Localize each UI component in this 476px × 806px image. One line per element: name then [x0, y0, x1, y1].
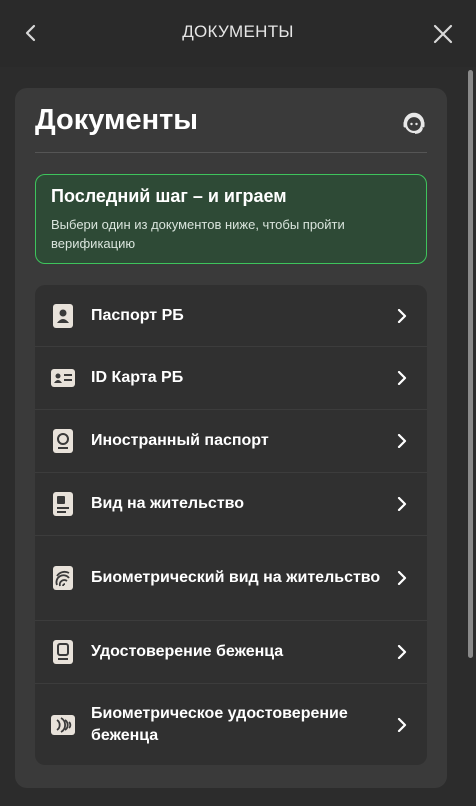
- id-card-icon: [51, 366, 75, 390]
- doc-label: Биометрический вид на жительство: [91, 569, 381, 586]
- doc-item-foreign-passport[interactable]: Иностранный паспорт: [35, 410, 427, 473]
- doc-label: Вид на жительство: [91, 495, 245, 512]
- chevron-right-icon: [395, 717, 409, 732]
- scrollbar-thumb[interactable]: [468, 70, 473, 658]
- refugee-certificate-icon: [51, 640, 75, 664]
- passport-icon: [51, 303, 75, 328]
- notice-text: Выбери один из документов ниже, чтобы пр…: [51, 217, 345, 251]
- support-button[interactable]: [399, 108, 429, 138]
- document-list: Паспорт РБ ID Карта РБ Иностранный паспо…: [35, 285, 427, 765]
- divider: [35, 152, 427, 153]
- doc-item-residence-permit[interactable]: Вид на жительство: [35, 473, 427, 536]
- page-title: ДОКУМЕНТЫ: [182, 22, 294, 41]
- biometric-permit-icon: [51, 566, 75, 590]
- foreign-passport-icon: [51, 429, 75, 453]
- chevron-right-icon: [395, 645, 409, 659]
- doc-item-biometric-refugee[interactable]: Биометрическое удостоверение беженца: [35, 684, 427, 765]
- chevron-right-icon: [395, 308, 409, 323]
- residence-permit-icon: [51, 492, 75, 516]
- doc-label: Удостоверение беженца: [91, 643, 284, 660]
- doc-label: Иностранный паспорт: [91, 432, 269, 449]
- doc-item-biometric-permit[interactable]: Биометрический вид на жительство: [35, 536, 427, 621]
- documents-panel: Документы Последний шаг – и играем Выбер…: [15, 88, 447, 788]
- chevron-right-icon: [395, 434, 409, 448]
- support-agent-icon: [403, 112, 425, 134]
- chevron-right-icon: [395, 571, 409, 585]
- notice-title: Последний шаг – и играем: [51, 186, 287, 206]
- chevron-right-icon: [395, 371, 409, 385]
- biometric-refugee-icon: [51, 713, 75, 737]
- doc-label: Биометрическое удостоверение беженца: [91, 704, 348, 744]
- top-bar: ДОКУМЕНТЫ: [0, 0, 476, 67]
- chevron-right-icon: [395, 497, 409, 511]
- panel-title: Документы: [35, 104, 199, 136]
- doc-label: Паспорт РБ: [91, 306, 184, 324]
- verification-notice: Последний шаг – и играем Выбери один из …: [35, 174, 427, 264]
- doc-item-refugee-certificate[interactable]: Удостоверение беженца: [35, 621, 427, 684]
- doc-item-passport[interactable]: Паспорт РБ: [35, 285, 427, 347]
- doc-label: ID Карта РБ: [91, 369, 184, 386]
- close-icon: [433, 24, 453, 44]
- doc-item-id-card[interactable]: ID Карта РБ: [35, 347, 427, 410]
- close-button[interactable]: [428, 19, 458, 49]
